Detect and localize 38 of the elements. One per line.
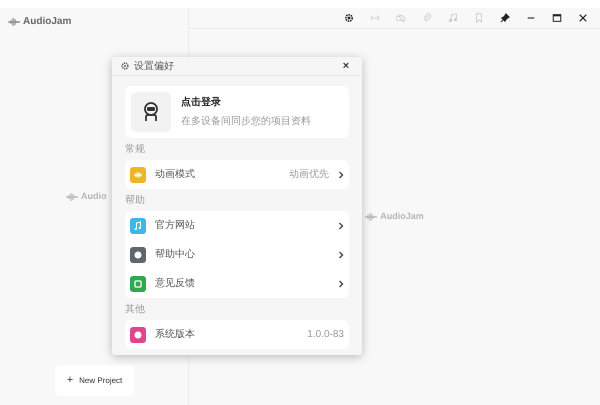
section-label: 帮助 bbox=[125, 194, 146, 208]
settings-item[interactable]: 官方网站 bbox=[125, 211, 349, 240]
item-label: 帮助中心 bbox=[155, 248, 196, 262]
maximize-icon bbox=[552, 13, 562, 23]
app-name: AudioJam bbox=[23, 15, 72, 29]
settings-icon bbox=[121, 62, 129, 70]
item-value: 1.0.0-83 bbox=[307, 328, 344, 342]
cloud-off-icon bbox=[396, 13, 406, 23]
dialog-title: 设置偏好 bbox=[134, 60, 175, 74]
music-note-icon bbox=[448, 13, 458, 23]
item-value: 动画优先 bbox=[289, 168, 329, 182]
close-button[interactable]: × bbox=[339, 57, 353, 75]
login-subtitle: 在多设备间同步您的项目资料 bbox=[181, 114, 311, 129]
waveform-icon bbox=[8, 16, 20, 26]
section-label: 常规 bbox=[125, 142, 146, 157]
new-project-button[interactable]: + New Project bbox=[55, 365, 134, 396]
login-title: 点击登录 bbox=[181, 96, 222, 110]
watermark-text: Audio bbox=[81, 190, 106, 204]
settings-item[interactable]: 动画模式 动画优先 bbox=[125, 160, 349, 189]
login-card[interactable]: 点击登录 在多设备间同步您的项目资料 bbox=[125, 86, 349, 138]
item-label: 意见反馈 bbox=[155, 276, 196, 291]
close-icon bbox=[578, 13, 588, 23]
waveform-icon bbox=[66, 192, 78, 202]
item-label: 动画模式 bbox=[155, 168, 196, 182]
settings-item[interactable]: 意见反馈 bbox=[125, 269, 349, 298]
waveform-icon bbox=[365, 212, 378, 222]
bookmark-icon bbox=[474, 13, 484, 23]
section-label: 其他 bbox=[125, 302, 146, 317]
paperclip-icon bbox=[422, 13, 432, 23]
astronaut-icon bbox=[131, 92, 171, 132]
link-icon bbox=[370, 13, 380, 23]
settings-item[interactable]: 系统版本 1.0.0-83 bbox=[125, 320, 349, 349]
item-label: 系统版本 bbox=[155, 328, 196, 342]
item-label: 官方网站 bbox=[155, 218, 196, 233]
pin-icon bbox=[500, 13, 510, 23]
watermark-text: AudioJam bbox=[380, 210, 424, 224]
settings-icon bbox=[344, 13, 354, 23]
settings-item[interactable]: 帮助中心 bbox=[125, 240, 349, 269]
